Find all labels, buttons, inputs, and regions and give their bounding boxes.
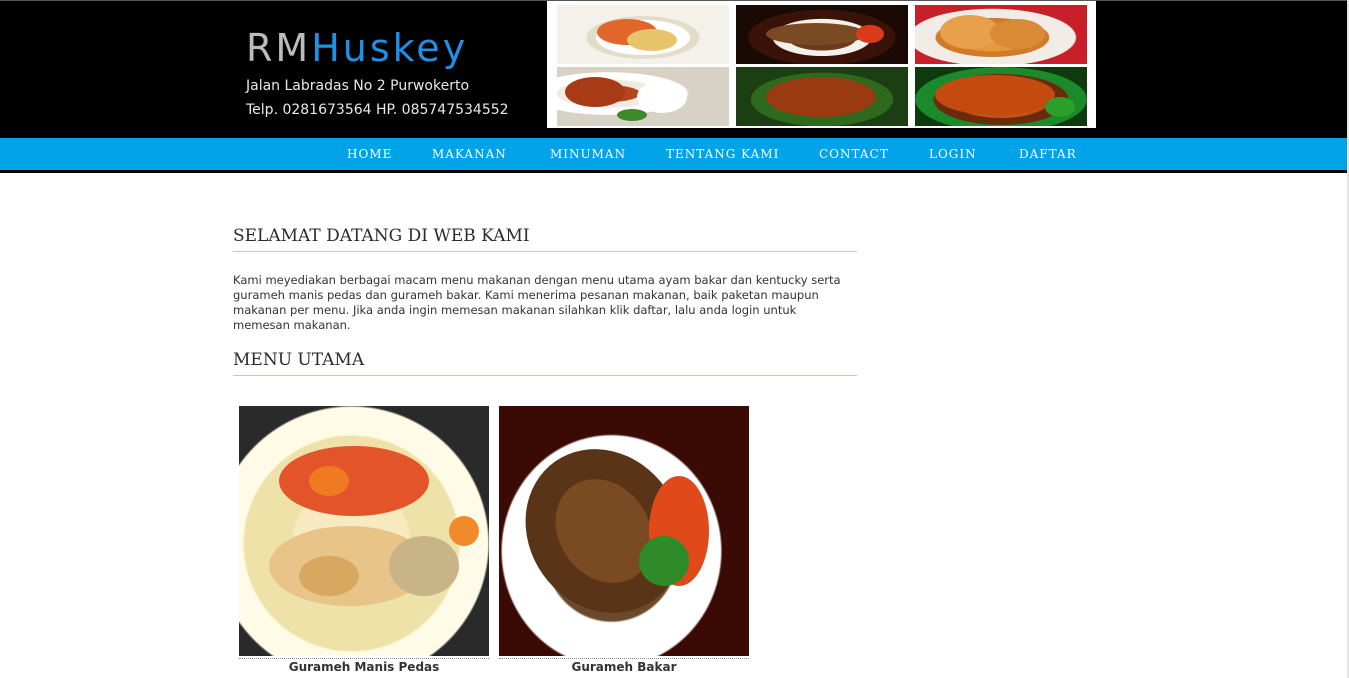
welcome-heading: SELAMAT DATANG DI WEB KAMI	[233, 226, 530, 246]
site-header: RMHuskey Jalan Labradas No 2 Purwokerto …	[0, 0, 1349, 138]
site-logo[interactable]: RMHuskey	[246, 26, 468, 70]
store-address: Jalan Labradas No 2 Purwokerto	[246, 78, 470, 94]
menu-heading: MENU UTAMA	[233, 350, 365, 370]
nav-contact[interactable]: CONTACT	[819, 138, 889, 170]
menu-item-name[interactable]: Gurameh Manis Pedas	[239, 660, 489, 674]
menu-item-separator	[499, 658, 749, 659]
nav-home[interactable]: HOME	[347, 138, 392, 170]
menu-divider	[233, 375, 857, 376]
menu-item-separator	[239, 658, 489, 659]
nav-tentang-kami[interactable]: TENTANG KAMI	[666, 138, 779, 170]
banner-photo-sweet-sour-fish	[557, 5, 729, 64]
menu-item-name[interactable]: Gurameh Bakar	[499, 660, 749, 674]
food-banner-collage	[547, 1, 1096, 128]
banner-photo-fried-chicken	[915, 5, 1087, 64]
nav-login[interactable]: LOGIN	[929, 138, 977, 170]
brand-name: Huskey	[311, 26, 469, 70]
banner-photo-spicy-chicken	[915, 67, 1087, 126]
nav-makanan[interactable]: MAKANAN	[432, 138, 507, 170]
store-phone: Telp. 0281673564 HP. 085747534552	[246, 102, 509, 118]
welcome-divider	[233, 251, 857, 252]
nav-daftar[interactable]: DAFTAR	[1019, 138, 1077, 170]
banner-photo-grilled-chicken-leaf	[736, 67, 908, 126]
main-nav: HOME MAKANAN MINUMAN TENTANG KAMI CONTAC…	[0, 138, 1349, 170]
nav-minuman[interactable]: MINUMAN	[550, 138, 626, 170]
banner-photo-grilled-chicken-rice	[557, 67, 729, 126]
banner-photo-grilled-fish	[736, 5, 908, 64]
menu-item-image-gurameh-bakar[interactable]	[499, 406, 749, 656]
intro-paragraph: Kami meyediakan berbagai macam menu maka…	[233, 273, 841, 332]
brand-prefix: RM	[246, 26, 312, 70]
menu-item-image-gurameh-manis-pedas[interactable]	[239, 406, 489, 656]
nav-bottom-border	[0, 170, 1349, 173]
